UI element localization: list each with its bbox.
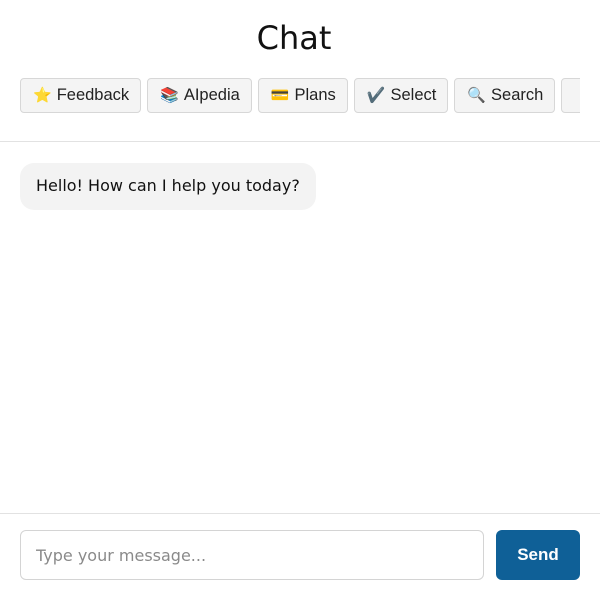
magnifier-icon: 🔍: [467, 86, 487, 104]
chat-header: Chat ⭐ Feedback 📚 AIpedia 💳 Plans ✔️ Sel…: [0, 0, 600, 142]
plans-button[interactable]: 💳 Plans: [257, 78, 348, 113]
star-icon: ⭐: [33, 86, 52, 104]
search-button[interactable]: 🔍 Search: [454, 78, 556, 113]
message-input[interactable]: [20, 530, 484, 580]
aipedia-button[interactable]: 📚 AIpedia: [147, 78, 252, 113]
search-button-label: Search: [491, 86, 544, 104]
send-button[interactable]: Send: [496, 530, 580, 580]
aipedia-button-label: AIpedia: [183, 86, 240, 104]
credit-card-icon: 💳: [270, 86, 290, 104]
overflow-toolbar-button[interactable]: [561, 78, 580, 113]
page-title: Chat: [256, 19, 332, 57]
checkmark-icon: ✔️: [366, 86, 386, 104]
chat-app: Chat ⭐ Feedback 📚 AIpedia 💳 Plans ✔️ Sel…: [0, 0, 600, 600]
feedback-button-label: Feedback: [56, 86, 130, 104]
feedback-button[interactable]: ⭐ Feedback: [20, 78, 142, 113]
select-button[interactable]: ✔️ Select: [353, 78, 449, 113]
select-button-label: Select: [390, 86, 437, 104]
quick-actions-toolbar: ⭐ Feedback 📚 AIpedia 💳 Plans ✔️ Select 🔍…: [20, 78, 580, 115]
message-composer: Send: [0, 513, 600, 600]
books-icon: 📚: [160, 86, 179, 104]
message-list: Hello! How can I help you today?: [0, 143, 600, 513]
assistant-message: Hello! How can I help you today?: [20, 163, 316, 210]
plans-button-label: Plans: [294, 86, 336, 104]
